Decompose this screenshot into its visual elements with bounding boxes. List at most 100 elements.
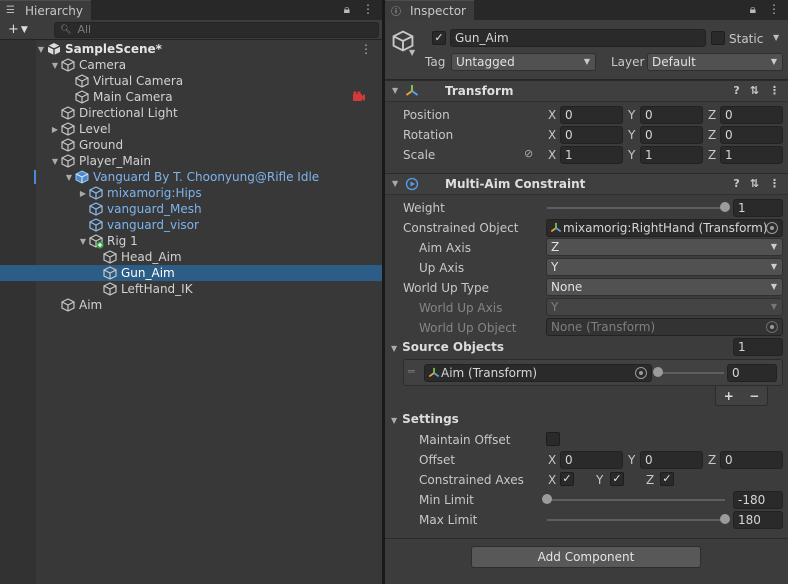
transform-title: Transform: [445, 84, 514, 98]
list-item[interactable]: Virtual Camera: [0, 73, 382, 89]
rotation-y-field[interactable]: 0: [640, 126, 703, 144]
source-weight-field[interactable]: 0: [727, 364, 777, 382]
constrain-x-checkbox[interactable]: ✓: [560, 472, 574, 486]
list-item[interactable]: Ground: [0, 137, 382, 153]
offset-y-field[interactable]: 0: [640, 451, 703, 469]
remove-element-button[interactable]: −: [749, 389, 759, 403]
add-component-button[interactable]: Add Component: [471, 546, 701, 568]
kebab-menu-icon[interactable]: ⋮: [360, 42, 372, 56]
chevron-down-icon[interactable]: ▼: [392, 86, 398, 95]
chevron-right-icon[interactable]: ▶: [50, 125, 60, 134]
list-item[interactable]: vanguard_visor: [0, 217, 382, 233]
list-item[interactable]: Aim: [0, 297, 382, 313]
weight-slider-track[interactable]: [547, 207, 725, 209]
drag-handle-icon[interactable]: ═: [408, 365, 415, 378]
chevron-right-icon[interactable]: ▶: [78, 189, 88, 198]
help-icon[interactable]: ?: [733, 84, 739, 97]
help-icon[interactable]: ?: [733, 177, 739, 190]
aim-axis-dropdown[interactable]: Z: [546, 238, 783, 256]
hierarchy-tab[interactable]: ☰ Hierarchy: [0, 0, 92, 20]
object-picker-icon[interactable]: [766, 222, 778, 234]
static-checkbox[interactable]: [711, 31, 725, 45]
lock-icon[interactable]: 🔒︎: [750, 2, 756, 17]
weight-field[interactable]: 1: [733, 199, 783, 217]
chevron-down-icon[interactable]: ▼: [50, 157, 60, 166]
list-item-selected[interactable]: Gun_Aim: [0, 265, 382, 281]
hierarchy-panel: ☰ Hierarchy 🔒︎ ⋮ + ▼ 🔍︎ All ▼ SampleScen…: [0, 0, 382, 584]
source-weight-knob[interactable]: [653, 367, 663, 377]
kebab-menu-icon[interactable]: ⋮: [768, 2, 780, 17]
add-element-button[interactable]: +: [724, 389, 734, 403]
create-button[interactable]: + ▼: [0, 22, 46, 37]
layer-dropdown[interactable]: Default: [647, 53, 783, 71]
constrain-y-checkbox[interactable]: ✓: [610, 472, 624, 486]
list-item[interactable]: Directional Light: [0, 105, 382, 121]
chevron-down-icon[interactable]: ▼: [391, 344, 397, 353]
list-item[interactable]: LeftHand_IK: [0, 281, 382, 297]
scale-x-field[interactable]: 1: [560, 146, 623, 164]
max-limit-track[interactable]: [547, 519, 725, 521]
position-y-field[interactable]: 0: [640, 106, 703, 124]
item-label: mixamorig:Hips: [107, 186, 202, 200]
list-item[interactable]: Main Camera: [0, 89, 382, 105]
chevron-down-icon[interactable]: ▼: [409, 48, 415, 57]
min-limit-field[interactable]: -180: [733, 491, 783, 509]
constrain-z-checkbox[interactable]: ✓: [660, 472, 674, 486]
constrained-object-field[interactable]: mixamorig:RightHand (Transform): [546, 219, 783, 237]
list-item[interactable]: vanguard_Mesh: [0, 201, 382, 217]
search-input[interactable]: 🔍︎ All: [54, 21, 379, 38]
object-picker-icon[interactable]: [635, 367, 647, 379]
maintain-offset-checkbox[interactable]: [546, 432, 560, 446]
kebab-menu-icon[interactable]: ⋮: [769, 177, 780, 190]
list-item[interactable]: ▶ mixamorig:Hips: [0, 185, 382, 201]
weight-slider-knob[interactable]: [720, 202, 730, 212]
chevron-down-icon[interactable]: ▼: [36, 45, 46, 54]
list-item[interactable]: Head_Aim: [0, 249, 382, 265]
rotation-x-field[interactable]: 0: [560, 126, 623, 144]
max-limit-knob[interactable]: [720, 514, 730, 524]
list-item[interactable]: ▶ Level: [0, 121, 382, 137]
source-weight-track[interactable]: [658, 372, 724, 374]
chevron-down-icon[interactable]: ▼: [392, 179, 398, 188]
list-item[interactable]: ▼ Rig 1: [0, 233, 382, 249]
offset-x-field[interactable]: 0: [560, 451, 623, 469]
max-limit-field[interactable]: 180: [733, 511, 783, 529]
chevron-down-icon[interactable]: ▼: [50, 61, 60, 70]
source-objects-count[interactable]: 1: [733, 338, 783, 356]
min-limit-knob[interactable]: [542, 494, 552, 504]
scale-y-field[interactable]: 1: [640, 146, 703, 164]
multi-aim-header[interactable]: ▼ Multi-Aim Constraint ? ⇅ ⋮: [385, 173, 788, 195]
chevron-down-icon[interactable]: ▼: [391, 416, 397, 425]
max-limit-label: Max Limit: [419, 513, 478, 527]
static-dropdown-icon[interactable]: ▼: [773, 33, 779, 42]
up-axis-dropdown[interactable]: Y: [546, 258, 783, 276]
position-z-field[interactable]: 0: [720, 106, 783, 124]
world-up-type-dropdown[interactable]: None: [546, 278, 783, 296]
chevron-down-icon[interactable]: ▼: [78, 237, 88, 246]
object-name-field[interactable]: Gun_Aim: [450, 29, 706, 47]
transform-header[interactable]: ▼ Transform ? ⇅ ⋮: [385, 80, 788, 102]
kebab-menu-icon[interactable]: ⋮: [769, 84, 780, 97]
source-objects-header[interactable]: ▼ Source Objects: [391, 340, 504, 354]
preset-icon[interactable]: ⇅: [750, 84, 759, 97]
list-item[interactable]: ▼ Camera: [0, 57, 382, 73]
offset-z-field[interactable]: 0: [720, 451, 783, 469]
link-off-icon[interactable]: ⊘: [524, 147, 533, 160]
tag-dropdown[interactable]: Untagged: [451, 53, 596, 71]
source-item-field[interactable]: Aim (Transform): [424, 364, 652, 382]
scene-row[interactable]: ▼ SampleScene* ⋮: [0, 41, 382, 57]
list-item[interactable]: ▼ Player_Main: [0, 153, 382, 169]
chevron-down-icon[interactable]: ▼: [64, 173, 74, 182]
scale-z-field[interactable]: 1: [720, 146, 783, 164]
rotation-z-field[interactable]: 0: [720, 126, 783, 144]
lock-icon[interactable]: 🔒︎: [344, 2, 350, 17]
preset-icon[interactable]: ⇅: [750, 177, 759, 190]
active-checkbox[interactable]: ✓: [432, 31, 446, 45]
transform-icon: [428, 367, 440, 378]
settings-header[interactable]: ▼ Settings: [391, 412, 459, 426]
min-limit-track[interactable]: [547, 499, 725, 501]
list-item[interactable]: ▼ Vanguard By T. Choonyung@Rifle Idle: [0, 169, 382, 185]
inspector-tab[interactable]: ⓘ Inspector: [385, 0, 474, 20]
position-x-field[interactable]: 0: [560, 106, 623, 124]
kebab-menu-icon[interactable]: ⋮: [362, 2, 374, 17]
